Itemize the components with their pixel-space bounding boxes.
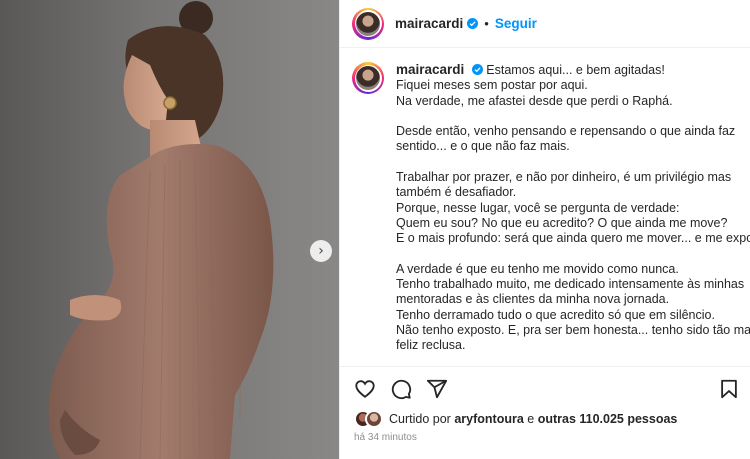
caption-line: A verdade é que eu tenho me movido como …: [396, 261, 679, 276]
likes-summary: Curtido por aryfontoura e outras 110.025…: [354, 410, 677, 428]
verified-badge-icon: [471, 64, 483, 75]
caption-line: mentoradas e às clientes da minha nova j…: [396, 292, 670, 307]
caption-avatar[interactable]: [352, 62, 384, 94]
separator-dot: •: [484, 16, 489, 31]
comment-icon[interactable]: [390, 378, 412, 400]
caption-line: Tenho trabalhado muito, me dedicado inte…: [396, 277, 745, 292]
caption-line: Porque, nesse lugar, você se pergunta de…: [396, 200, 680, 215]
caption-text: mairacardi Estamos aqui... e bem agitada…: [396, 62, 750, 369]
post-header: mairacardi • Seguir: [340, 0, 750, 48]
chevron-right-icon: ›: [318, 243, 324, 259]
author-avatar[interactable]: [352, 7, 384, 40]
caption-line: Não tenho exposto. E, pra ser bem honest…: [396, 323, 750, 338]
follow-button[interactable]: Seguir: [495, 16, 537, 31]
author-username[interactable]: mairacardi: [395, 16, 463, 31]
bookmark-icon[interactable]: [718, 378, 740, 400]
caption-line: feliz reclusa.: [396, 338, 466, 353]
caption-line: também é desafiador.: [396, 185, 517, 200]
caption-line: Quem eu sou? No que eu acredito? O que a…: [396, 215, 728, 230]
post-panel: mairacardi • Seguir mairacardi Estamos a…: [339, 0, 750, 459]
caption: mairacardi Estamos aqui... e bem agitada…: [352, 62, 750, 369]
likes-others[interactable]: outras 110.025 pessoas: [538, 412, 678, 426]
caption-line: Desde então, venho pensando e repensando…: [396, 124, 736, 139]
divider: [340, 366, 750, 367]
caption-line: Estamos aqui... e bem agitadas!: [486, 63, 665, 77]
heart-icon[interactable]: [354, 378, 376, 400]
liker-avatar[interactable]: [365, 410, 383, 428]
post-timestamp[interactable]: há 34 minutos: [354, 432, 417, 443]
action-bar: [354, 378, 448, 400]
likes-user[interactable]: aryfontoura: [454, 412, 523, 426]
likes-prefix: Curtido por: [389, 412, 451, 426]
caption-line: Trabalhar por prazer, e não por dinheiro…: [396, 170, 732, 185]
caption-username[interactable]: mairacardi: [396, 62, 464, 77]
caption-line: sentido... e o que não faz mais.: [396, 139, 570, 154]
likes-middle: e: [527, 412, 535, 426]
caption-line: Tenho derramado tudo o que acredito só q…: [396, 307, 715, 322]
next-image-button[interactable]: ›: [310, 240, 332, 262]
pregnant-woman-photo: [48, 1, 274, 459]
share-icon[interactable]: [426, 378, 448, 400]
caption-line: Na verdade, me afastei desde que perdi o…: [396, 93, 673, 108]
post-image[interactable]: ›: [0, 0, 339, 459]
verified-badge-icon: [467, 18, 479, 29]
caption-line: E o mais profundo: será que ainda quero …: [396, 231, 750, 246]
caption-line: Fiquei meses sem postar por aqui.: [396, 78, 588, 93]
